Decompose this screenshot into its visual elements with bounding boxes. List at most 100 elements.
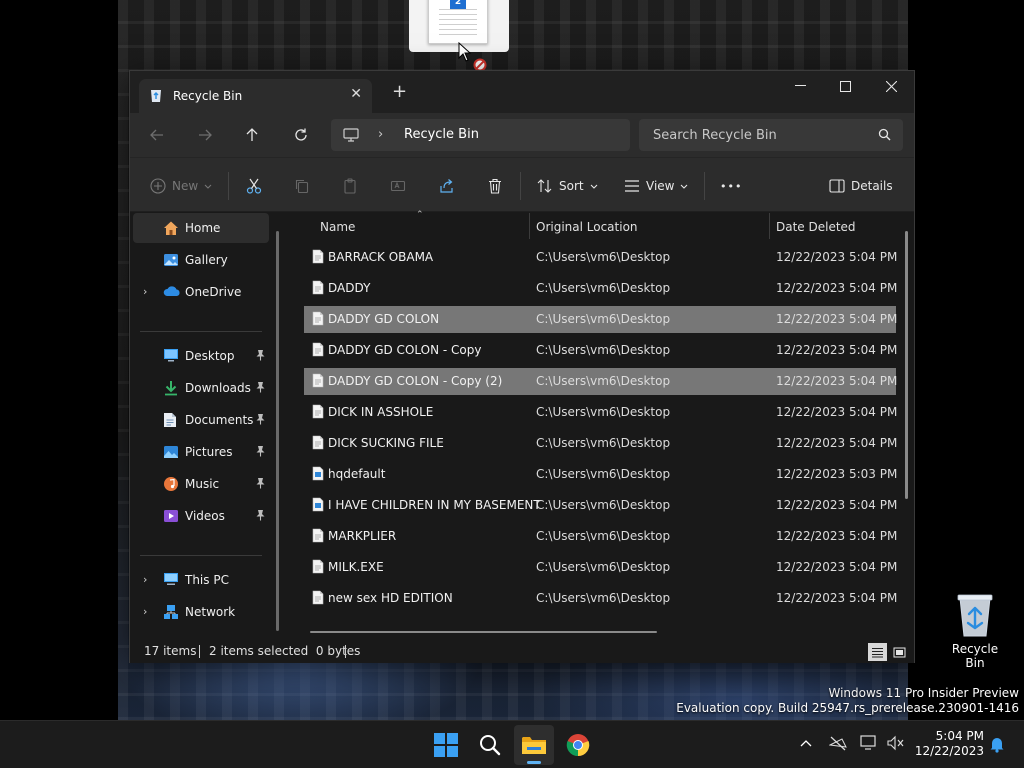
expand-chevron-icon[interactable]: › [143, 285, 147, 298]
sidebar-item-videos[interactable]: Videos [133, 501, 269, 531]
close-icon [885, 80, 897, 92]
drag-count-badge: 2 [450, 0, 466, 9]
sidebar-item-label: Documents [185, 413, 254, 427]
view-button-label: View [646, 179, 675, 193]
up-button[interactable] [239, 123, 265, 147]
file-row[interactable]: DADDY GD COLON - Copy C:\Users\vm6\Deskto… [304, 337, 897, 364]
minimize-button[interactable] [777, 71, 823, 101]
view-icon [625, 180, 639, 192]
rename-icon [390, 180, 406, 192]
column-header-name[interactable]: Name [320, 220, 355, 234]
file-original-location: C:\Users\vm6\Desktop [536, 560, 671, 574]
file-row[interactable]: new sex HD EDITION C:\Users\vm6\Desktop 12… [304, 585, 897, 612]
details-view-button[interactable] [868, 643, 887, 661]
sidebar-item-network[interactable]: › Network [133, 597, 269, 627]
file-icon [312, 590, 324, 608]
file-row[interactable]: DICK IN ASSHOLE C:\Users\vm6\Desktop 12/22… [304, 399, 897, 426]
column-header-date-deleted[interactable]: Date Deleted [776, 220, 856, 234]
music-icon [163, 476, 179, 492]
cut-button[interactable] [246, 174, 262, 198]
start-button[interactable] [426, 725, 466, 765]
sidebar-item-this-pc[interactable]: › This PC [133, 565, 269, 595]
file-date-deleted: 12/22/2023 5:04 PM [776, 436, 898, 450]
sidebar-item-documents[interactable]: Documents [133, 405, 269, 435]
pictures-icon [163, 444, 179, 460]
more-options-button[interactable]: ••• [720, 174, 742, 198]
show-hidden-icons-chevron-icon[interactable] [800, 739, 812, 747]
file-name: DADDY GD COLON - Copy [328, 343, 482, 357]
documents-icon [163, 412, 179, 428]
rename-button[interactable] [390, 174, 406, 198]
file-row[interactable]: MARKPLIER C:\Users\vm6\Desktop 12/22/2023 … [304, 523, 898, 550]
maximize-button[interactable] [822, 71, 868, 101]
new-button[interactable]: New [150, 174, 212, 198]
column-splitter[interactable] [529, 213, 530, 239]
file-icon [312, 528, 324, 546]
taskbar-clock[interactable]: 5:04 PM 12/22/2023 [912, 729, 984, 759]
sidebar-item-downloads[interactable]: Downloads [133, 373, 269, 403]
sidebar-item-gallery[interactable]: Gallery [133, 245, 269, 275]
search-taskbar-button[interactable] [470, 725, 510, 765]
address-bar[interactable]: › Recycle Bin [331, 119, 630, 151]
toolbar-separator [520, 172, 521, 200]
tab-recycle-bin[interactable]: Recycle Bin ✕ [139, 79, 372, 113]
forward-button[interactable] [192, 123, 218, 147]
status-bar: 17 items 2 items selected 0 bytes [130, 642, 914, 663]
notifications-bell-icon[interactable] [989, 736, 1005, 753]
display-icon[interactable] [860, 735, 878, 751]
expand-chevron-icon[interactable]: › [143, 605, 147, 618]
sort-button[interactable]: Sort [537, 174, 598, 198]
copy-button[interactable] [294, 174, 310, 198]
view-button[interactable]: View [624, 174, 688, 198]
file-date-deleted: 12/22/2023 5:03 PM [776, 467, 898, 481]
expand-chevron-icon[interactable]: › [143, 573, 147, 586]
sidebar-item-onedrive[interactable]: › OneDrive [133, 277, 269, 307]
search-input[interactable] [653, 125, 863, 145]
arrow-right-icon [199, 129, 212, 141]
file-row[interactable]: DADDY C:\Users\vm6\Desktop 12/22/2023 5:04… [304, 275, 897, 302]
close-button[interactable] [868, 71, 914, 101]
recycle-bin-icon [957, 594, 993, 637]
file-row[interactable]: DICK SUCKING FILE C:\Users\vm6\Desktop 12/… [304, 430, 898, 457]
share-button[interactable] [439, 174, 455, 198]
file-row[interactable]: hqdefault C:\Users\vm6\Desktop 12/22/2023 … [304, 461, 898, 488]
sidebar-scrollbar[interactable] [276, 231, 279, 631]
file-original-location: C:\Users\vm6\Desktop [536, 529, 671, 543]
details-pane-button[interactable]: Details [829, 174, 893, 198]
sidebar-item-music[interactable]: Music [133, 469, 269, 499]
file-explorer-taskbar-button[interactable] [514, 725, 554, 765]
breadcrumb-chevron-icon[interactable]: › [378, 127, 383, 142]
gallery-icon [163, 252, 179, 268]
delete-button[interactable] [487, 174, 503, 198]
tab-close-icon[interactable]: ✕ [350, 86, 362, 102]
file-row[interactable]: BARRACK OBAMA C:\Users\vm6\Desktop 12/22/2… [304, 244, 897, 271]
file-row[interactable]: DADDY GD COLON C:\Users\vm6\Desktop 12/22/… [304, 306, 897, 333]
network-disconnected-icon[interactable] [829, 735, 847, 751]
clock-date: 12/22/2023 [914, 744, 984, 758]
breadcrumb-recycle-bin[interactable]: Recycle Bin [404, 127, 479, 142]
paste-button[interactable] [342, 174, 358, 198]
file-row[interactable]: DADDY GD COLON - Copy (2) C:\Users\vm6\De… [304, 368, 897, 395]
file-row[interactable]: MILK.EXE C:\Users\vm6\Desktop 12/22/2023 5… [304, 554, 897, 581]
refresh-button[interactable] [288, 123, 314, 147]
column-header-original-location[interactable]: Original Location [536, 220, 638, 234]
new-tab-button[interactable]: + [392, 83, 407, 101]
search-box[interactable] [639, 119, 903, 151]
column-splitter[interactable] [769, 213, 770, 239]
pin-icon [255, 509, 266, 524]
volume-muted-icon[interactable] [887, 735, 905, 751]
file-list-horizontal-scrollbar[interactable] [310, 631, 657, 633]
sidebar-item-desktop[interactable]: Desktop [133, 341, 269, 371]
file-row[interactable]: I HAVE CHILDREN IN MY BASEMENT C:\Users\v… [304, 492, 897, 519]
videos-icon [163, 508, 179, 524]
file-list-vertical-scrollbar[interactable] [905, 231, 908, 499]
file-date-deleted: 12/22/2023 5:04 PM [776, 529, 898, 543]
file-icon [312, 559, 324, 577]
chrome-taskbar-button[interactable] [558, 725, 598, 765]
file-original-location: C:\Users\vm6\Desktop [536, 312, 671, 326]
back-button[interactable] [144, 123, 170, 147]
desktop-recycle-bin[interactable]: Recycle Bin [942, 592, 1008, 670]
tiles-view-button[interactable] [890, 643, 909, 661]
sidebar-item-home[interactable]: Home [133, 213, 269, 243]
sidebar-item-pictures[interactable]: Pictures [133, 437, 269, 467]
